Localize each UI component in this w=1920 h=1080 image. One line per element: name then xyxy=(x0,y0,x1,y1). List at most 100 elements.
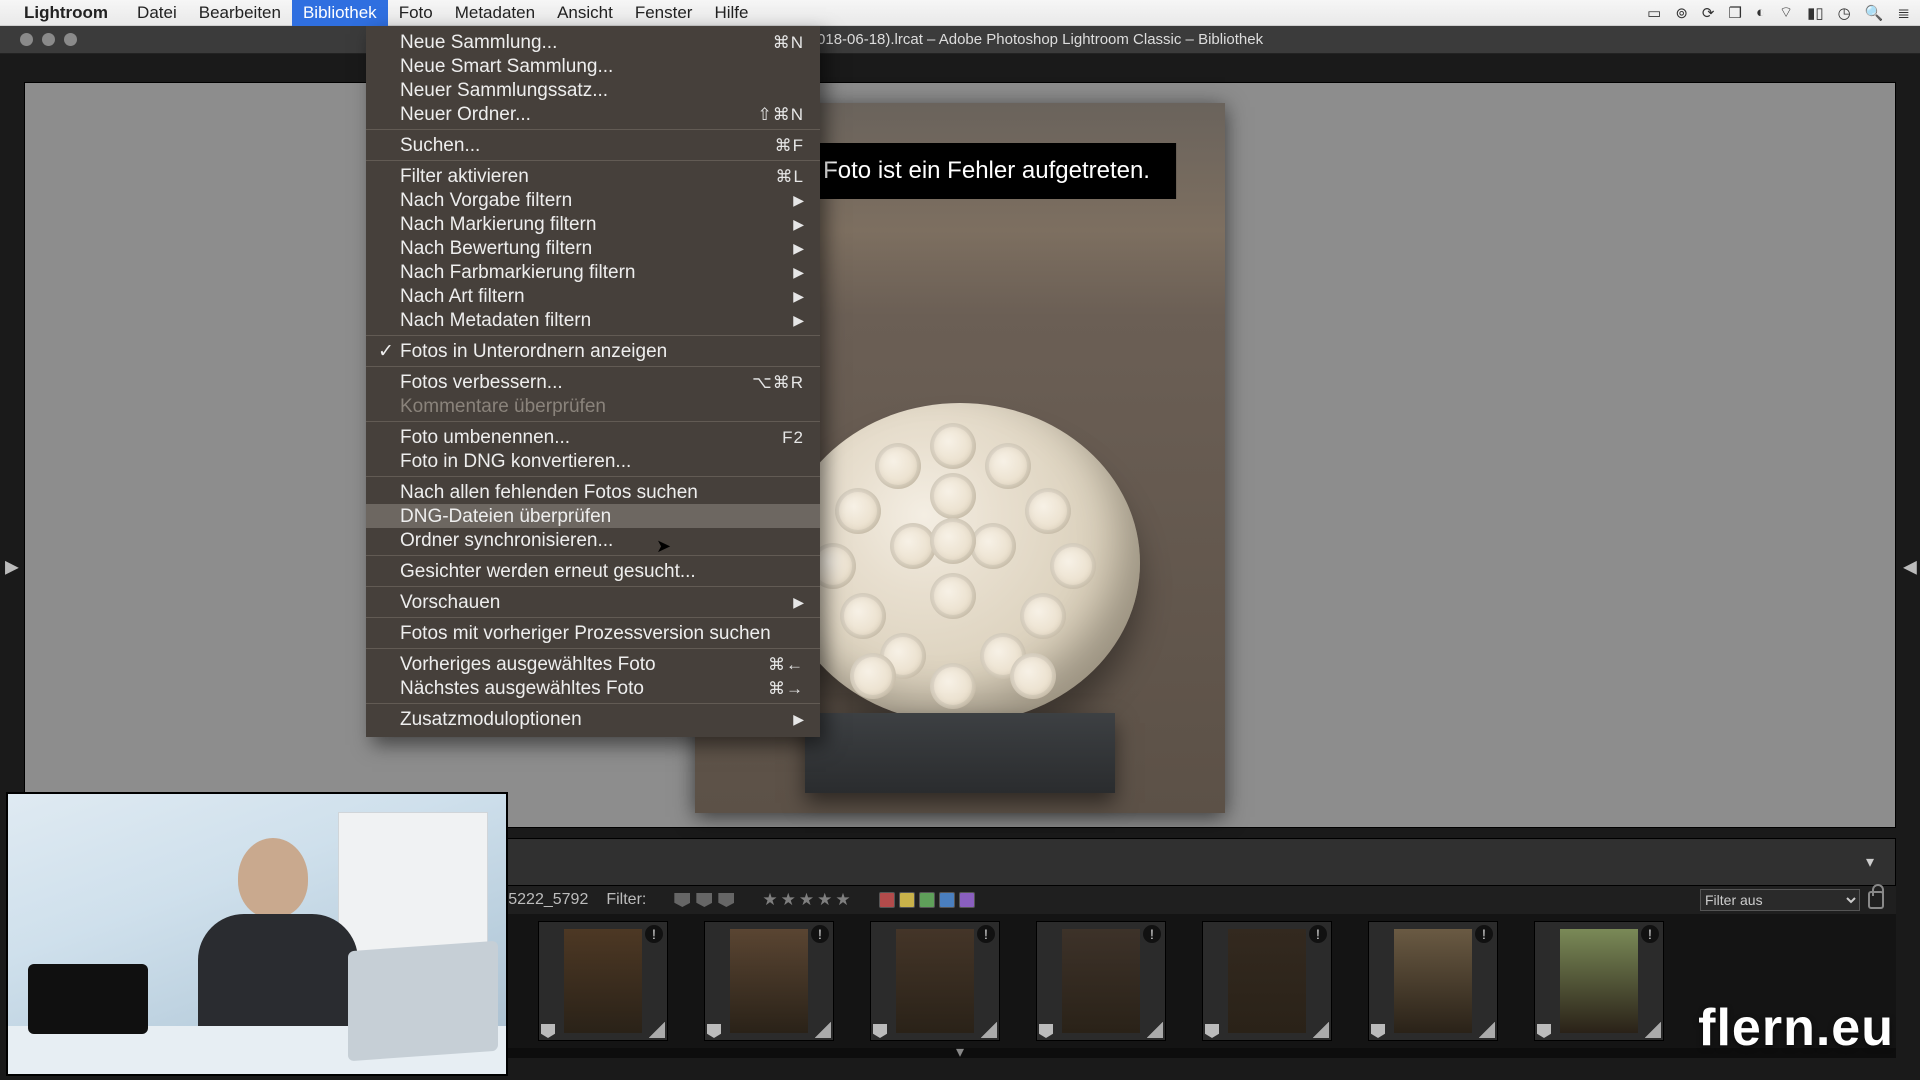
dropbox-icon[interactable]: ❒ xyxy=(1729,4,1742,22)
menu-item[interactable]: Zusatzmoduloptionen▶ xyxy=(366,707,820,731)
filter-stars[interactable]: ★ ★ ★ ★ ★ xyxy=(762,890,850,910)
filmstrip-thumbnail[interactable]: ! xyxy=(1036,921,1166,1041)
filter-preset-select[interactable]: Filter aus xyxy=(1700,889,1860,911)
menu-item[interactable]: Vorheriges ausgewähltes Foto⌘← xyxy=(366,652,820,676)
thumbnail-metadata-icon xyxy=(1313,1022,1329,1038)
loupe-canvas[interactable]: n mit dem Foto ist ein Fehler aufgetrete… xyxy=(24,82,1896,828)
rose-decor xyxy=(1010,653,1056,699)
filmstrip-thumbnail[interactable]: ! xyxy=(1202,921,1332,1041)
menu-item[interactable]: Nach Farbmarkierung filtern▶ xyxy=(366,260,820,284)
menu-item[interactable]: Neuer Sammlungssatz... xyxy=(366,78,820,102)
color-swatch[interactable] xyxy=(959,892,975,908)
battery-icon[interactable]: ▮▯ xyxy=(1807,4,1824,22)
mac-menubar: Lightroom Datei Bearbeiten Bibliothek Fo… xyxy=(0,0,1920,26)
color-swatch[interactable] xyxy=(919,892,935,908)
airplay-icon[interactable]: ▭ xyxy=(1647,4,1661,22)
rose-decor xyxy=(1025,488,1071,534)
menu-fenster[interactable]: Fenster xyxy=(624,0,704,26)
menu-item[interactable]: Nach Vorgabe filtern▶ xyxy=(366,188,820,212)
mac-status-area: ▭ ⊚ ⟳ ❒ ◐ ⌔ ▮▯ ◷ 🔍 ≣ xyxy=(1647,3,1910,22)
menu-item-label: DNG-Dateien überprüfen xyxy=(400,507,611,526)
filmstrip-collapse-icon[interactable]: ▾ xyxy=(956,1042,964,1062)
rose-decor xyxy=(930,573,976,619)
star-icon[interactable]: ★ xyxy=(817,890,832,910)
menu-datei[interactable]: Datei xyxy=(126,0,188,26)
filter-flags[interactable] xyxy=(674,893,734,907)
menu-bibliothek[interactable]: Bibliothek xyxy=(292,0,388,26)
flag-reject-icon[interactable] xyxy=(718,893,734,907)
menu-item[interactable]: Ordner synchronisieren... xyxy=(366,528,820,552)
filmstrip-thumbnail[interactable]: ! xyxy=(1534,921,1664,1041)
menu-item[interactable]: Nächstes ausgewähltes Foto⌘→ xyxy=(366,676,820,700)
cc-icon[interactable]: ⊚ xyxy=(1675,4,1688,22)
rose-decor xyxy=(875,443,921,489)
toolbar-expand-icon[interactable]: ▾ xyxy=(1859,851,1881,873)
filmstrip-thumbnail[interactable]: ! xyxy=(538,921,668,1041)
menu-item[interactable]: Fotos verbessern...⌥⌘R xyxy=(366,370,820,394)
menu-item[interactable]: Neue Smart Sammlung... xyxy=(366,54,820,78)
thumbnail-metadata-icon xyxy=(649,1022,665,1038)
menu-item[interactable]: Nach Markierung filtern▶ xyxy=(366,212,820,236)
window-traffic-lights[interactable] xyxy=(20,33,77,46)
menu-shortcut: ⌘L xyxy=(776,168,804,185)
menu-item-label: Suchen... xyxy=(400,136,480,155)
menu-item[interactable]: Neue Sammlung...⌘N xyxy=(366,30,820,54)
star-icon[interactable]: ★ xyxy=(762,890,777,910)
menu-item[interactable]: Vorschauen▶ xyxy=(366,590,820,614)
menu-item-label: Foto in DNG konvertieren... xyxy=(400,452,631,471)
filmstrip-thumbnail[interactable]: ! xyxy=(870,921,1000,1041)
menu-item-label: Gesichter werden erneut gesucht... xyxy=(400,562,696,581)
menu-item-label: Neuer Sammlungssatz... xyxy=(400,81,608,100)
menu-item[interactable]: Foto umbenennen...F2 xyxy=(366,425,820,449)
app-name[interactable]: Lightroom xyxy=(24,3,108,23)
menu-item[interactable]: Filter aktivieren⌘L xyxy=(366,164,820,188)
menu-metadaten[interactable]: Metadaten xyxy=(444,0,546,26)
star-icon[interactable]: ★ xyxy=(781,890,796,910)
menu-item[interactable]: Foto in DNG konvertieren... xyxy=(366,449,820,473)
thumbnail-metadata-icon xyxy=(1479,1022,1495,1038)
menu-item[interactable]: Gesichter werden erneut gesucht... xyxy=(366,559,820,583)
menu-bearbeiten[interactable]: Bearbeiten xyxy=(188,0,292,26)
filmstrip-thumbnail[interactable]: ! xyxy=(704,921,834,1041)
submenu-arrow-icon: ▶ xyxy=(793,595,804,609)
control-center-icon[interactable]: ≣ xyxy=(1897,4,1910,22)
spotlight-search-icon[interactable]: 🔍 xyxy=(1865,4,1884,22)
clock-icon[interactable]: ◷ xyxy=(1838,4,1851,22)
star-icon[interactable]: ★ xyxy=(799,890,814,910)
menu-item[interactable]: DNG-Dateien überprüfen xyxy=(366,504,820,528)
sync-icon[interactable]: ⟳ xyxy=(1702,4,1715,22)
left-panel-toggle[interactable]: ▶ xyxy=(5,557,17,578)
menu-ansicht[interactable]: Ansicht xyxy=(546,0,624,26)
color-swatch[interactable] xyxy=(899,892,915,908)
webcam-shelf xyxy=(338,812,488,962)
menu-item[interactable]: Nach Metadaten filtern▶ xyxy=(366,308,820,332)
right-panel-toggle[interactable]: ◀ xyxy=(1903,557,1915,578)
menu-item[interactable]: Suchen...⌘F xyxy=(366,133,820,157)
menu-item[interactable]: Nach Bewertung filtern▶ xyxy=(366,236,820,260)
moon-icon[interactable]: ◐ xyxy=(1756,4,1765,21)
star-icon[interactable]: ★ xyxy=(835,890,850,910)
menu-item[interactable]: Nach Art filtern▶ xyxy=(366,284,820,308)
photo-subject-pedestal xyxy=(805,713,1115,793)
thumbnail-image xyxy=(730,929,808,1033)
menu-item[interactable]: Fotos in Unterordnern anzeigen xyxy=(366,339,820,363)
menu-item[interactable]: Neuer Ordner...⇧⌘N xyxy=(366,102,820,126)
menu-item[interactable]: Nach allen fehlenden Fotos suchen xyxy=(366,480,820,504)
menu-hilfe[interactable]: Hilfe xyxy=(703,0,759,26)
rose-decor xyxy=(930,423,976,469)
menu-item-label: Fotos mit vorheriger Prozessversion such… xyxy=(400,624,771,643)
color-swatch[interactable] xyxy=(939,892,955,908)
menu-item-label: Vorheriges ausgewähltes Foto xyxy=(400,655,656,674)
flag-unflagged-icon[interactable] xyxy=(696,893,712,907)
filter-lock-icon[interactable] xyxy=(1868,891,1884,909)
color-swatch[interactable] xyxy=(879,892,895,908)
flag-pick-icon[interactable] xyxy=(674,893,690,907)
wifi-icon[interactable]: ⌔ xyxy=(1779,3,1793,22)
filter-color-swatches[interactable] xyxy=(879,892,975,908)
menu-item[interactable]: Fotos mit vorheriger Prozessversion such… xyxy=(366,621,820,645)
thumbnail-metadata-icon xyxy=(1147,1022,1163,1038)
rose-decor xyxy=(930,518,976,564)
menu-foto[interactable]: Foto xyxy=(388,0,444,26)
filmstrip-thumbnail[interactable]: ! xyxy=(1368,921,1498,1041)
menu-item-label: Neuer Ordner... xyxy=(400,105,531,124)
